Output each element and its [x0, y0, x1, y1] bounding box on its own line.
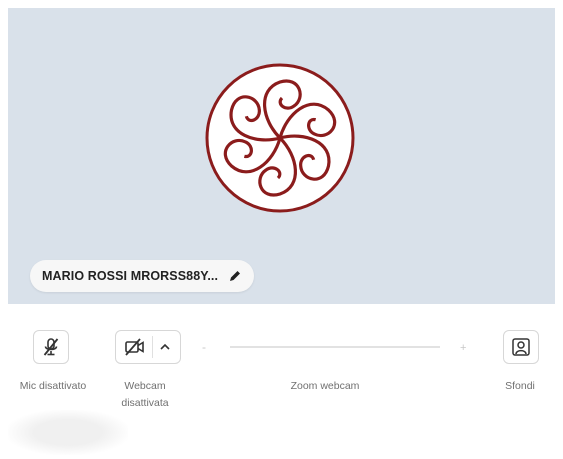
webcam-label-line2: disattivata — [121, 397, 169, 409]
mic-label: Mic disattivato — [19, 380, 87, 392]
backgrounds-button[interactable] — [503, 330, 539, 364]
pencil-icon[interactable] — [228, 269, 242, 283]
rosette-logo-icon — [205, 63, 355, 213]
zoom-minus: - — [202, 340, 206, 354]
mic-toggle-button[interactable] — [33, 330, 69, 364]
chevron-up-icon[interactable] — [157, 339, 173, 355]
zoom-webcam-slider[interactable]: - + — [200, 338, 470, 356]
webcam-label: Webcam disattivata — [100, 378, 190, 412]
webcam-toggle-button[interactable] — [115, 330, 181, 364]
video-off-icon — [125, 338, 144, 356]
webcam-label-line1: Webcam — [124, 380, 166, 392]
background-person-icon — [512, 338, 530, 356]
zoom-plus: + — [460, 342, 466, 354]
zoom-label: Zoom webcam — [290, 380, 360, 392]
blurred-area — [8, 410, 128, 455]
camera-preview: MARIO ROSSI MRORSS88Y... — [8, 8, 555, 304]
mic-off-icon — [43, 338, 59, 356]
participant-name: MARIO ROSSI MRORSS88Y... — [42, 269, 219, 283]
backgrounds-label: Sfondi — [505, 380, 535, 392]
participant-name-pill[interactable]: MARIO ROSSI MRORSS88Y... — [30, 260, 255, 292]
webcam-button-divider — [152, 336, 153, 358]
